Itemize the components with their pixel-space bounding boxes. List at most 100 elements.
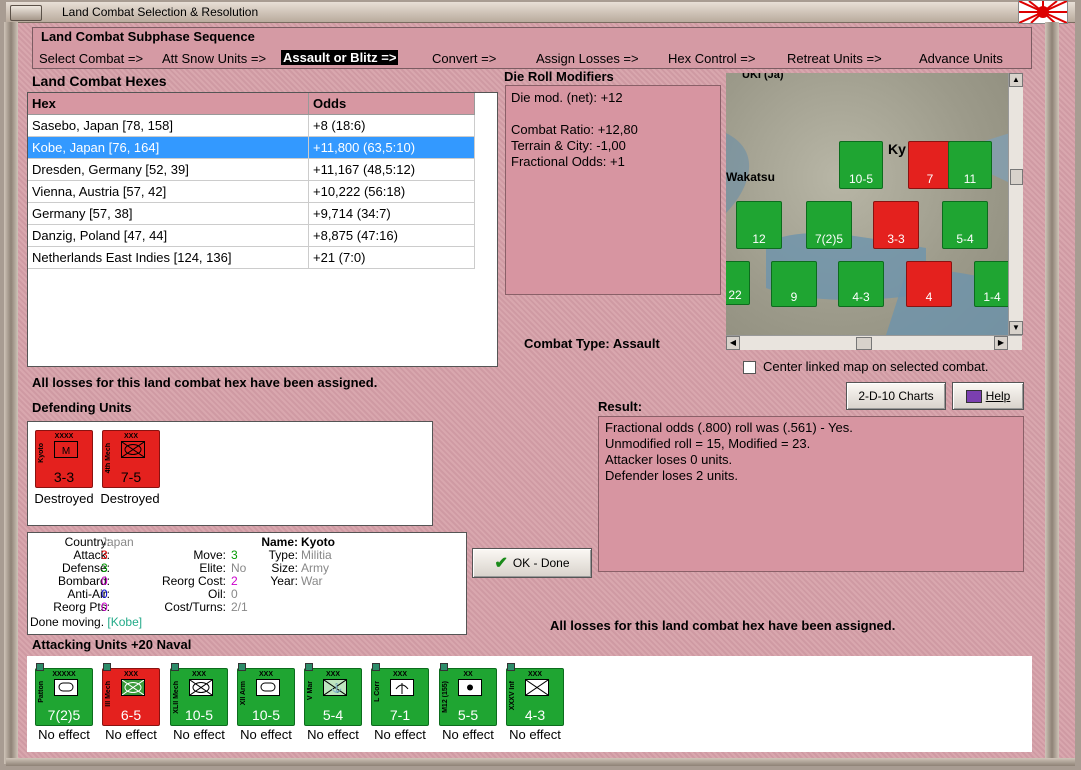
scroll-up-icon[interactable]: ▲ <box>1009 73 1023 87</box>
attacking-unit-status: No effect <box>38 727 90 742</box>
map-counter[interactable]: 1-4 <box>974 261 1010 307</box>
attacking-unit-status: No effect <box>374 727 426 742</box>
result-heading: Result: <box>598 399 643 414</box>
unit-name-label: L Corr <box>374 681 381 702</box>
scroll-down-icon[interactable]: ▼ <box>1009 321 1023 335</box>
result-line: Fractional odds (.800) roll was (.561) -… <box>605 420 853 435</box>
map-counter[interactable]: 10-5 <box>839 141 883 189</box>
attacking-unit-status: No effect <box>509 727 561 742</box>
map-counter[interactable]: 4-3 <box>838 261 884 307</box>
attacking-unit-counter[interactable]: XXXXX Patton 7(2)5 <box>35 663 93 726</box>
result-line: Attacker loses 0 units. <box>605 452 733 467</box>
attacking-units-heading: Attacking Units +20 Naval <box>32 637 192 652</box>
militia-icon: M <box>54 441 78 458</box>
attacking-unit-counter[interactable]: XXX XXXV Inf 4-3 <box>506 663 564 726</box>
map-counter[interactable]: 4 <box>906 261 952 307</box>
help-button[interactable]: Help <box>952 382 1024 410</box>
unit-size-label: XXX <box>527 671 542 678</box>
losses-assigned-message-bottom: All losses for this land combat hex have… <box>550 618 896 633</box>
map-counter[interactable]: 7 <box>908 141 952 189</box>
unit-size-label: XXX <box>325 671 340 678</box>
scroll-thumb[interactable] <box>856 337 872 350</box>
step-hex-control: Hex Control => <box>668 51 756 66</box>
step-att-snow-units: Att Snow Units => <box>162 51 267 66</box>
modifier-line-fractional-odds: Fractional Odds: +1 <box>511 154 625 169</box>
map-horizontal-scrollbar[interactable]: ◀ ▶ <box>726 335 1022 350</box>
attacking-unit-counter[interactable]: XXX L Corr 7-1 <box>371 663 429 726</box>
scroll-right-icon[interactable]: ▶ <box>994 336 1008 350</box>
window-title: Land Combat Selection & Resolution <box>62 5 259 19</box>
map-counter[interactable]: 22 <box>726 261 750 305</box>
odds-cell: +10,222 (56:18) <box>308 180 475 203</box>
odds-cell: +11,800 (63,5:10) <box>308 136 475 159</box>
right-frame-edge <box>1045 22 1059 764</box>
modifier-line-terrain-city: Terrain & City: -1,00 <box>511 138 626 153</box>
ok-done-button[interactable]: ✔ OK - Done <box>472 548 592 578</box>
map-counter[interactable]: 9 <box>771 261 817 307</box>
defending-units-panel: XXXX Kyoto M 3-3 Destroyed XXX 4th Mech … <box>27 421 433 526</box>
unit-size-label: XXX <box>191 671 206 678</box>
left-frame-edge <box>4 22 18 764</box>
attacking-unit-counter[interactable]: XXX III Mech 6-5 <box>102 663 160 726</box>
subphase-sequence-box: Land Combat Subphase Sequence Select Com… <box>32 27 1032 69</box>
table-row[interactable]: Germany [57, 38] +9,714 (34:7) <box>28 202 475 225</box>
map-counter[interactable]: 5-4 <box>942 201 988 249</box>
unit-strength: 5-4 <box>322 707 344 723</box>
charts-button-label: 2-D-10 Charts <box>858 389 934 403</box>
title-bar[interactable]: Land Combat Selection & Resolution <box>6 2 1075 23</box>
odds-cell: +8,875 (47:16) <box>308 224 475 247</box>
step-retreat-units: Retreat Units => <box>787 51 882 66</box>
attacking-unit-counter[interactable]: XXX XII Arm 10-5 <box>237 663 295 726</box>
table-row[interactable]: Netherlands East Indies [124, 136] +21 (7… <box>28 246 475 269</box>
unit-name-label: Patton <box>38 681 45 703</box>
table-row[interactable]: Danzig, Poland [47, 44] +8,875 (47:16) <box>28 224 475 247</box>
table-row[interactable]: Sasebo, Japan [78, 158] +8 (18:6) <box>28 114 475 137</box>
ok-done-label: OK - Done <box>512 556 570 570</box>
map-counter[interactable]: 11 <box>948 141 992 189</box>
attacking-unit-counter[interactable]: XXX XLII Mech 10-5 <box>170 663 228 726</box>
defending-unit-counter[interactable]: XXX 4th Mech 7-5 <box>102 430 160 488</box>
map-counter[interactable]: 7(2)5 <box>806 201 852 249</box>
result-panel: Fractional odds (.800) roll was (.561) -… <box>598 416 1024 572</box>
unit-name-label: XXXV Inf <box>509 681 516 711</box>
hex-cell: Danzig, Poland [47, 44] <box>28 224 309 247</box>
map-counter-selected[interactable]: 3-3 <box>873 201 919 249</box>
map-counter[interactable]: 12 <box>736 201 782 249</box>
unit-size-label: XXX <box>392 671 407 678</box>
column-header-odds[interactable]: Odds <box>308 93 475 115</box>
unit-strength: 5-5 <box>457 707 479 723</box>
result-line: Unmodified roll = 15, Modified = 23. <box>605 436 811 451</box>
location-value: [Kobe] <box>107 615 143 629</box>
linked-map-view[interactable]: UKI (Ja) Ky Wakatsu 10-5 7 11 12 7(2)5 3… <box>726 73 1010 335</box>
table-row[interactable]: Vienna, Austria [57, 42] +10,222 (56:18) <box>28 180 475 203</box>
hex-cell: Vienna, Austria [57, 42] <box>28 180 309 203</box>
hex-cell: Kobe, Japan [76, 164] <box>28 136 309 159</box>
defending-unit-counter[interactable]: XXXX Kyoto M 3-3 <box>35 430 93 488</box>
mech-infantry-icon <box>121 441 145 458</box>
scroll-left-icon[interactable]: ◀ <box>726 336 740 350</box>
japan-flag-icon <box>1018 0 1068 24</box>
attacking-unit-counter[interactable]: XXX V Mar ⚓ 5-4 <box>304 663 362 726</box>
odds-cell: +21 (7:0) <box>308 246 475 269</box>
unit-strength: 7(2)5 <box>47 707 81 723</box>
hex-cell: Netherlands East Indies [124, 136] <box>28 246 309 269</box>
artillery-icon <box>458 679 482 696</box>
result-line: Defender loses 2 units. <box>605 468 738 483</box>
center-map-checkbox[interactable] <box>743 361 756 374</box>
attacking-unit-counter[interactable]: XX M12 (155) 5-5 <box>439 663 497 726</box>
map-vertical-scrollbar[interactable]: ▲ ▼ <box>1008 73 1023 335</box>
system-menu-button[interactable] <box>10 5 42 21</box>
modifier-line-net: Die mod. (net): +12 <box>511 90 623 105</box>
charts-button[interactable]: 2-D-10 Charts <box>846 382 946 410</box>
paratroop-icon <box>390 679 414 696</box>
odds-cell: +11,167 (48,5:12) <box>308 158 475 181</box>
mech-infantry-icon <box>189 679 213 696</box>
step-assign-losses: Assign Losses => <box>536 51 639 66</box>
year-value: War <box>301 574 323 588</box>
table-row-selected[interactable]: Kobe, Japan [76, 164] +11,800 (63,5:10) <box>28 136 475 159</box>
column-header-hex[interactable]: Hex <box>28 93 309 115</box>
reorgpts-value: 0 <box>101 600 108 614</box>
scroll-thumb[interactable] <box>1010 169 1023 185</box>
table-row[interactable]: Dresden, Germany [52, 39] +11,167 (48,5:1… <box>28 158 475 181</box>
unit-strength: 3-3 <box>53 469 75 485</box>
